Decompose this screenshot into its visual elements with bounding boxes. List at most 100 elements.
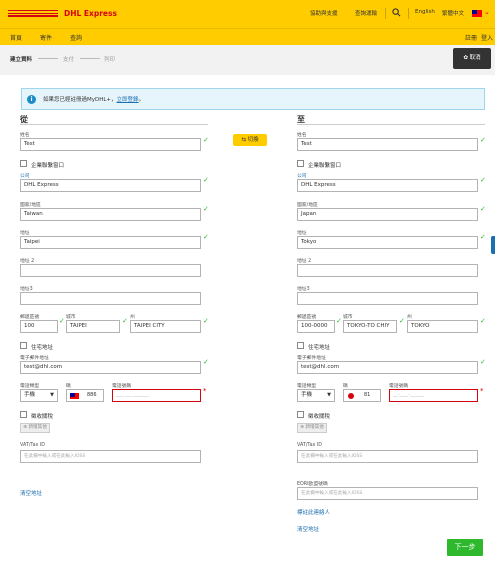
to-vat-label: VAT/Tax ID [297,443,322,448]
to-clear-link[interactable]: 清空地址 [297,525,319,533]
check-icon: ✓ [480,317,486,325]
language-chinese[interactable]: 繁體中文 [442,9,464,17]
nav-register[interactable]: 註冊 [465,33,477,42]
from-vat-label: VAT/Tax ID [20,443,45,448]
top-header: DHL Express 協助與支援 查詢運輸 English 繁體中文 ⌄ [0,0,495,28]
to-city-input[interactable]: TOKYO-TO CHIY [343,320,397,333]
track-link[interactable]: 查詢運輸 [355,9,377,17]
taiwan-flag-icon[interactable] [472,10,482,17]
dropdown-icon: ▼ [327,392,331,398]
from-city-label: 城市 [66,315,76,320]
from-business-checkbox[interactable] [20,160,27,167]
from-city-input[interactable]: TAIPEI [66,320,120,333]
nav-home[interactable]: 首頁 [10,33,22,42]
from-phone-type-label: 電話類型 [20,384,40,389]
to-phone-input[interactable]: __-____-______ [389,389,478,402]
cancel-button[interactable]: ✿ 取消 [453,48,491,69]
to-state-input[interactable]: TOKYO [407,320,478,333]
from-postal-input[interactable]: 100 [20,320,58,333]
to-address3-input[interactable] [297,292,478,305]
to-address-input[interactable]: Tokyo [297,236,478,249]
from-phone-type-select[interactable]: 手機 ▼ [20,389,58,402]
from-phone-input[interactable]: ___ ___ _______ [112,389,201,402]
from-name-label: 姓名 [20,133,30,138]
from-address2-input[interactable] [20,264,201,277]
divider [408,8,409,19]
check-icon: ✓ [480,358,486,366]
to-business-checkbox[interactable] [297,160,304,167]
to-postal-input[interactable]: 100-0000 [297,320,335,333]
from-address-input[interactable]: Taipei [20,236,201,249]
login-banner-text: 如果您已經註冊過MyDHL+，立即登錄。 [43,95,144,103]
to-address2-input[interactable] [297,264,478,277]
login-link[interactable]: 立即登錄 [117,97,139,103]
to-dial-code: 81 [364,392,371,398]
to-email-label: 電子郵件地址 [297,356,326,361]
help-link[interactable]: 協助與支援 [310,9,338,17]
from-divider [20,124,208,125]
to-address3-label: 地址3 [297,287,310,292]
brand-name: DHL Express [64,9,117,18]
to-vat-input[interactable]: 在此欄中輸入或在此輸入IOSS [297,450,478,463]
to-country-input[interactable]: Japan [297,208,478,221]
next-button[interactable]: 下一步 [447,539,483,556]
from-state-input[interactable]: TAIPEI CITY [130,320,201,333]
nav-track[interactable]: 查詢 [70,33,82,42]
from-code-label: 碼 [66,384,71,389]
to-company-input[interactable]: DHL Express [297,179,478,192]
from-clear-link[interactable]: 清空地址 [20,489,42,497]
to-phone-type-select[interactable]: 手機 ▼ [297,389,335,402]
dhl-logo[interactable] [8,10,58,18]
search-icon[interactable] [392,8,401,17]
from-email-input[interactable]: test@dhl.com [20,361,201,374]
dropdown-icon: ▼ [50,392,54,398]
from-address-label: 地址 [20,231,30,236]
feedback-tab[interactable] [491,236,495,254]
to-residential-checkbox[interactable] [297,342,304,349]
from-tax-label: 徵收關稅 [31,414,54,420]
from-add-button[interactable]: ⊕ 新增其他 [20,423,50,433]
to-phone-label: 電話號碼 [389,384,409,389]
nav-login[interactable]: 登入 [481,33,493,42]
nav-ship[interactable]: 寄件 [40,33,52,42]
language-english[interactable]: English [415,9,435,15]
from-name-input[interactable]: Test [20,138,201,151]
swap-label: 切換 [247,137,259,143]
from-code-select[interactable]: 886 [66,389,104,402]
to-code-label: 碼 [343,384,348,389]
chevron-down-icon[interactable]: ⌄ [484,8,490,16]
check-icon: ✓ [122,317,128,325]
from-vat-input[interactable]: 在此欄中輸入或在此輸入IOSS [20,450,201,463]
to-postal-label: 郵遞區號 [297,315,317,320]
check-icon: ✓ [480,176,486,184]
step-print: 列印 [104,57,116,63]
from-company-input[interactable]: DHL Express [20,179,201,192]
from-tax-checkbox[interactable] [20,411,27,418]
check-icon: ✓ [203,233,209,241]
to-eori-input[interactable]: 在此欄中輸入或在此輸入IOSS [297,487,478,500]
swap-button[interactable]: ⇆ 切換 [233,134,267,146]
from-residential-checkbox[interactable] [20,342,27,349]
banner-text: 如果您已經註冊過MyDHL+， [43,97,117,103]
from-country-input[interactable]: Taiwan [20,208,201,221]
to-code-select[interactable]: 81 [343,389,381,402]
add-label: 新增其他 [305,425,324,430]
to-residential-label: 住宅地址 [308,345,331,351]
phone-type-value: 手機 [24,392,36,398]
to-email-input[interactable]: test@dhl.com [297,361,478,374]
to-city-label: 城市 [343,315,353,320]
to-name-input[interactable]: Test [297,138,478,151]
divider [385,8,386,19]
from-company-label: 公司 [20,174,30,179]
from-dial-code: 886 [87,392,97,398]
from-address3-input[interactable] [20,292,201,305]
check-icon: ✓ [203,317,209,325]
from-business-label: 企業聯繫窗口 [31,163,65,169]
from-residential-label: 住宅地址 [31,345,54,351]
to-save-contact-link[interactable]: 標註此連絡人 [297,508,330,516]
check-icon: ✓ [203,358,209,366]
check-icon: ✓ [480,136,486,144]
check-icon: ✓ [203,136,209,144]
to-add-button[interactable]: ⊕ 新增其他 [297,423,327,433]
to-tax-checkbox[interactable] [297,411,304,418]
